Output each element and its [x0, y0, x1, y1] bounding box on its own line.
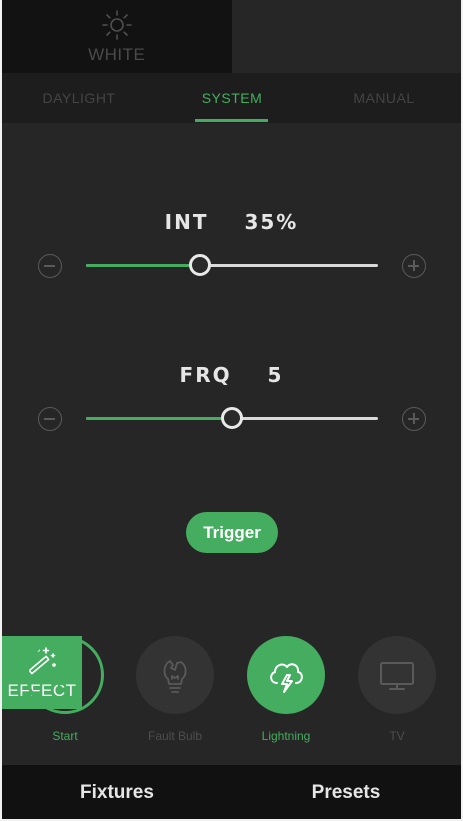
intensity-decrease-button[interactable]	[38, 254, 62, 278]
frequency-slider-fill	[86, 417, 232, 420]
frequency-increase-button[interactable]	[402, 407, 426, 431]
sun-icon	[101, 10, 132, 40]
intensity-label: INT	[164, 210, 209, 234]
effect-tv[interactable]: TV	[357, 636, 437, 743]
subtab-active-indicator	[195, 119, 268, 122]
frequency-title: FRQ 5	[2, 363, 461, 387]
intensity-slider-fill	[86, 264, 200, 267]
frequency-label: FRQ	[179, 363, 232, 387]
cloud-lightning-icon	[270, 663, 303, 693]
effect-lightning[interactable]: Lightning	[246, 636, 326, 743]
trigger-button[interactable]: Trigger	[186, 512, 278, 553]
effect-start-circle[interactable]	[26, 636, 104, 714]
effect-lightning-label: Lightning	[261, 729, 311, 743]
nav-fixtures[interactable]: Fixtures	[37, 782, 197, 804]
tab-white-label: WHITE	[88, 45, 146, 64]
effect-fault-bulb-circle[interactable]	[136, 636, 214, 714]
intensity-slider-track[interactable]	[86, 264, 378, 267]
nav-presets[interactable]: Presets	[266, 782, 426, 804]
effect-tv-circle[interactable]	[358, 636, 436, 714]
tab-white[interactable]: WHITE	[2, 0, 232, 73]
subtab-system[interactable]: SYSTEM	[172, 90, 292, 106]
effect-start-label: Start	[52, 729, 78, 743]
effect-lightning-circle[interactable]	[247, 636, 325, 714]
sub-tabs: DAYLIGHT SYSTEM MANUAL	[2, 73, 461, 123]
effect-fault-bulb-label: Fault Bulb	[147, 729, 203, 743]
intensity-title: INT 35%	[2, 210, 461, 234]
mode-tabs: WHITE EFFECT	[2, 0, 461, 709]
frequency-slider-thumb[interactable]	[221, 407, 243, 429]
frequency-value: 5	[267, 363, 284, 387]
subtab-manual[interactable]: MANUAL	[324, 90, 444, 106]
effect-start[interactable]: Start	[25, 636, 105, 743]
effect-fault-bulb[interactable]: Fault Bulb	[135, 636, 215, 743]
subtab-daylight[interactable]: DAYLIGHT	[19, 90, 139, 106]
broken-bulb-icon	[163, 660, 187, 693]
play-icon	[57, 663, 76, 687]
intensity-slider-thumb[interactable]	[188, 254, 211, 276]
app-screen: WHITE EFFECT DAYLIGHT SYSTEM MANUAL INT …	[2, 0, 461, 819]
effect-tv-label: TV	[389, 729, 405, 743]
frequency-decrease-button[interactable]	[38, 407, 62, 431]
tv-icon	[380, 662, 414, 690]
intensity-value: 35%	[244, 210, 299, 234]
bottom-nav: Fixtures Presets	[2, 765, 461, 819]
intensity-increase-button[interactable]	[402, 254, 426, 278]
